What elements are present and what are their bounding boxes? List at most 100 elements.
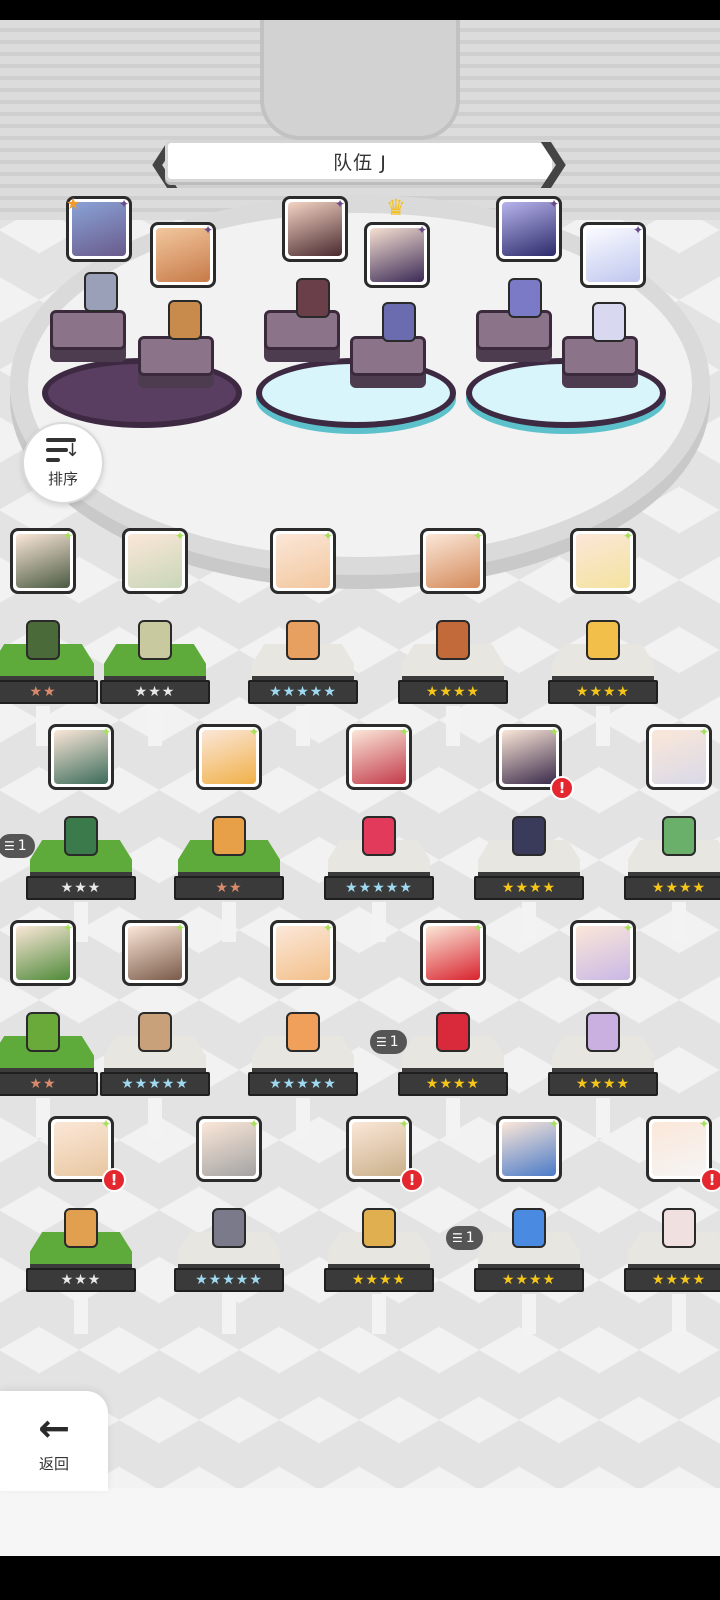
unit-sprite: [586, 620, 620, 660]
unit-portrait[interactable]: ✦: [122, 528, 188, 594]
element-icon: ✦: [398, 725, 410, 739]
sort-label: 排序: [47, 469, 78, 488]
team-sprite-1: [84, 272, 118, 312]
element-icon: ✦: [322, 921, 334, 935]
roster-unit[interactable]: ★★★★ ✦: [378, 528, 528, 746]
next-team-button[interactable]: ❯: [534, 134, 573, 188]
roster-unit[interactable]: ★★★★ ✦: [528, 920, 678, 1138]
team-sprite-5: [508, 278, 542, 318]
star-rating: ★★★: [100, 680, 210, 704]
roster-unit[interactable]: ★★★★★ ✦: [154, 1116, 304, 1334]
unit-sprite: [212, 1208, 246, 1248]
unit-portrait[interactable]: ✦: [570, 920, 636, 986]
alert-badge-icon: !: [700, 1168, 720, 1192]
element-icon: ✦: [174, 921, 186, 935]
pedestal-stem: [222, 1294, 236, 1334]
element-icon: ✦: [622, 529, 634, 543]
dark-element-icon: ✦: [118, 197, 130, 211]
unit-sprite: [212, 816, 246, 856]
pedestal-stem: [672, 1294, 686, 1334]
unit-sprite: [138, 620, 172, 660]
team-name-banner: 队伍 J: [165, 140, 555, 182]
team-portrait-2[interactable]: ✦: [150, 222, 216, 288]
element-icon: ✦: [622, 921, 634, 935]
unit-portrait[interactable]: ✦: [196, 1116, 262, 1182]
unit-sprite: [362, 816, 396, 856]
duplicate-count: 1: [389, 1034, 399, 1050]
back-button[interactable]: ← 返回: [0, 1391, 108, 1491]
element-icon: ✦: [62, 921, 74, 935]
roster-unit[interactable]: ★★★★★ ✦: [80, 920, 230, 1138]
roster-unit[interactable]: ★★★★★ ✦: [228, 528, 378, 746]
dark-element-icon: ✦: [334, 197, 346, 211]
roster-unit[interactable]: ★★★★ ✦!: [304, 1116, 454, 1334]
sort-list-icon: ↓: [46, 437, 80, 464]
element-icon: ✦: [698, 725, 710, 739]
unit-sprite: [64, 816, 98, 856]
star-rating: ★★: [174, 876, 284, 900]
unit-portrait[interactable]: ✦: [48, 724, 114, 790]
unit-sprite: [436, 620, 470, 660]
system-nav-bar: [0, 1556, 720, 1600]
star-rating: ★★★★: [398, 680, 508, 704]
team-slot-1[interactable]: [50, 310, 126, 350]
unit-portrait[interactable]: ✦: [346, 724, 412, 790]
team-portrait-4[interactable]: ✦: [364, 222, 430, 288]
element-icon: ✦: [100, 725, 112, 739]
element-icon: ✦: [698, 1117, 710, 1131]
roster-unit[interactable]: ★★★★ ✦!: [454, 724, 604, 942]
bottom-nav-strip: [0, 1488, 720, 1556]
stack-icon: ☰: [4, 839, 15, 853]
team-slot-4[interactable]: [350, 336, 426, 376]
team-portrait-6[interactable]: ✦: [580, 222, 646, 288]
element-icon: ✦: [322, 529, 334, 543]
roster-unit[interactable]: ★★★ ✦ ☰ 1: [0, 724, 156, 942]
unit-sprite: [286, 1012, 320, 1052]
element-icon: ✦: [100, 1117, 112, 1131]
roster-unit[interactable]: ★★★★ ✦ ☰ 1: [370, 920, 528, 1138]
unit-portrait[interactable]: ✦: [496, 1116, 562, 1182]
team-slot-2[interactable]: [138, 336, 214, 376]
unit-sprite: [64, 1208, 98, 1248]
roster-unit[interactable]: ★★★★★ ✦: [304, 724, 454, 942]
team-portrait-5[interactable]: ✦: [496, 196, 562, 262]
star-rating: ★★★★: [474, 1268, 584, 1292]
alert-badge-icon: !: [550, 776, 574, 800]
alert-badge-icon: !: [102, 1168, 126, 1192]
unit-portrait[interactable]: ✦: [270, 920, 336, 986]
roster-unit[interactable]: ★★★ ✦!: [6, 1116, 156, 1334]
team-portrait-3[interactable]: ✦: [282, 196, 348, 262]
unit-portrait[interactable]: ✦: [570, 528, 636, 594]
unit-portrait[interactable]: ✦: [10, 528, 76, 594]
rank-star-icon: ★: [66, 194, 81, 213]
duplicate-count: 1: [465, 1230, 475, 1246]
star-rating: ★★★★: [624, 1268, 720, 1292]
unit-portrait[interactable]: ✦: [10, 920, 76, 986]
sort-button[interactable]: ↓ 排序: [22, 422, 104, 504]
unit-portrait[interactable]: ✦: [122, 920, 188, 986]
roster-unit[interactable]: ★★★★ ✦!: [604, 1116, 720, 1334]
star-rating: ★★★★★: [248, 1072, 358, 1096]
unit-portrait[interactable]: ✦: [646, 724, 712, 790]
system-status-bar: [0, 0, 720, 20]
unit-portrait[interactable]: ✦: [420, 920, 486, 986]
unit-portrait[interactable]: ✦: [270, 528, 336, 594]
team-slot-6[interactable]: [562, 336, 638, 376]
roster-unit[interactable]: ★★★★★ ✦: [228, 920, 378, 1138]
roster-unit[interactable]: ★★★★ ✦: [528, 528, 678, 746]
alert-badge-icon: !: [400, 1168, 424, 1192]
unit-portrait[interactable]: ✦: [196, 724, 262, 790]
unit-portrait[interactable]: ✦: [420, 528, 486, 594]
roster-unit[interactable]: ★★★★ ✦ ☰ 1: [446, 1116, 604, 1334]
unit-sprite: [512, 816, 546, 856]
element-icon: ✦: [548, 725, 560, 739]
back-label: 返回: [38, 1454, 69, 1473]
roster-unit[interactable]: ★★★ ✦: [80, 528, 230, 746]
roster-unit[interactable]: ★★ ✦: [154, 724, 304, 942]
star-rating: ★★★: [26, 876, 136, 900]
arena-gate: [260, 20, 460, 140]
element-icon: ✦: [62, 529, 74, 543]
roster-unit[interactable]: ★★★★ ✦: [604, 724, 720, 942]
unit-sprite: [26, 620, 60, 660]
star-rating: ★★★★: [624, 876, 720, 900]
